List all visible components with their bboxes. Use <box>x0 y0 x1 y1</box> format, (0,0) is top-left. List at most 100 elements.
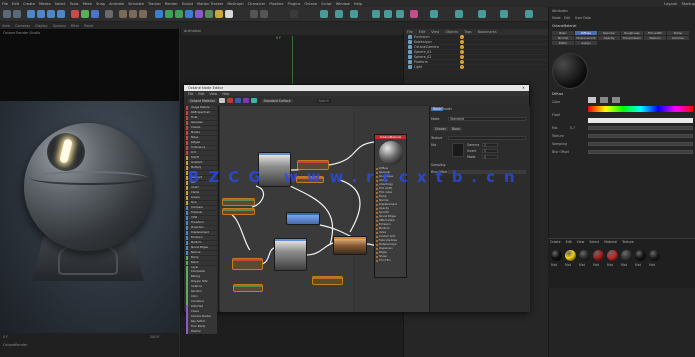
material-swatch[interactable] <box>635 250 646 261</box>
props-tab-shader[interactable]: Shader <box>441 107 452 111</box>
mix-slider[interactable] <box>588 126 693 130</box>
node-list-item[interactable]: Instance <box>186 285 217 290</box>
scale-icon[interactable] <box>47 10 55 18</box>
node-list-item[interactable]: Cosine <box>186 195 217 200</box>
mat-menu-create[interactable]: Create <box>550 240 561 244</box>
attr-mode-menu[interactable]: Mode <box>552 16 561 20</box>
menu-motion-tracker[interactable]: Motion Tracker <box>197 2 223 6</box>
animation-tab[interactable]: Animation <box>181 29 403 35</box>
obj-menu-objects[interactable]: Objects <box>445 30 458 34</box>
tag-icon[interactable] <box>460 40 464 44</box>
obj-menu-file[interactable]: File <box>407 30 413 34</box>
node-list-item[interactable]: Color <box>186 295 217 300</box>
node-list-item[interactable]: Dirt <box>186 150 217 156</box>
menu-modes[interactable]: Modes <box>39 2 51 6</box>
node-list-item[interactable]: Marble <box>186 130 217 136</box>
attr-tab-medium[interactable]: Medium <box>644 36 666 40</box>
attr-userdata-menu[interactable]: User Data <box>575 16 591 20</box>
node-list-item[interactable]: Bump <box>186 255 217 260</box>
attr-tab-displacement[interactable]: Displacement <box>575 36 597 40</box>
node-list-item[interactable]: Blend <box>186 260 217 265</box>
menu-edit[interactable]: Edit <box>12 2 19 6</box>
portal-mat-icon[interactable] <box>250 98 257 103</box>
menu-help[interactable]: Help <box>354 2 362 6</box>
floor-icon[interactable] <box>205 10 213 18</box>
viewport-menu-cameras[interactable]: Cameras <box>15 24 30 28</box>
menu-window[interactable]: Window <box>336 2 350 6</box>
light-icon[interactable] <box>225 10 233 18</box>
array-icon[interactable] <box>185 10 193 18</box>
mix-mat-icon[interactable] <box>242 98 249 103</box>
transform-node[interactable] <box>222 198 255 206</box>
menu-create[interactable]: Create <box>23 2 35 6</box>
perspective-viewport[interactable] <box>0 101 180 333</box>
octane-live-viewer[interactable]: Octane Render Studio <box>0 29 180 101</box>
diffuse-mat-icon[interactable] <box>218 98 225 103</box>
node-list-item[interactable]: Random <box>186 290 217 295</box>
viewport-menu-view[interactable]: View <box>2 24 10 28</box>
attr-tab-diffuse[interactable]: Diffuse <box>575 31 597 35</box>
material-swatch[interactable] <box>607 250 618 261</box>
render-picture-viewer-icon[interactable] <box>129 10 137 18</box>
viewport-menu-options[interactable]: Options <box>53 24 66 28</box>
menu-tracker[interactable]: Tracker <box>148 2 161 6</box>
axis-lock-icon[interactable] <box>335 10 343 18</box>
octane-live-viewer-icon[interactable] <box>250 10 258 18</box>
tag-icon[interactable] <box>460 45 464 49</box>
menu-animate[interactable]: Animate <box>109 2 124 6</box>
node-list-item[interactable]: Ray Switch <box>186 320 217 325</box>
node-list-item[interactable]: Turbulence <box>186 145 217 151</box>
node-list-item[interactable]: Chaos <box>186 310 217 315</box>
attr-tab-specular[interactable]: Specular <box>598 31 620 35</box>
node-list-item[interactable]: Invert <box>186 185 217 190</box>
obj-menu-bookmarks[interactable]: Bookmarks <box>478 30 497 34</box>
color-swatch[interactable] <box>588 97 596 103</box>
noise-texture-node[interactable] <box>274 238 307 271</box>
cube-icon[interactable] <box>155 10 163 18</box>
tag-icon[interactable] <box>460 65 464 69</box>
ne-menu-help[interactable]: Help <box>222 92 229 96</box>
obj-menu-edit[interactable]: Edit <box>419 30 426 34</box>
projection-node[interactable] <box>222 208 255 215</box>
attr-tab-roughness[interactable]: Roughness <box>621 31 643 35</box>
tag-icon[interactable] <box>460 50 464 54</box>
render-view-icon[interactable] <box>119 10 127 18</box>
edges-mode-icon[interactable] <box>384 10 392 18</box>
node-list-item[interactable]: Position <box>186 330 217 335</box>
attr-tab-basic[interactable]: Basic <box>552 31 574 35</box>
menu-mesh[interactable]: Mesh <box>83 2 92 6</box>
polygons-mode-icon[interactable] <box>396 10 404 18</box>
nurbs-icon[interactable] <box>175 10 183 18</box>
rotate-icon[interactable] <box>57 10 65 18</box>
menu-sculpt[interactable]: Sculpt <box>182 2 193 6</box>
node-list-item[interactable]: Image Texture <box>186 106 217 111</box>
color-mode-button[interactable] <box>600 97 608 103</box>
mat-menu-select[interactable]: Select <box>589 240 599 244</box>
obj-menu-tags[interactable]: Tags <box>464 30 472 34</box>
material-pin[interactable]: Thin Film <box>375 259 406 263</box>
node-list-item[interactable]: Medium <box>186 240 217 245</box>
attr-tab-common[interactable]: Common <box>667 36 689 40</box>
gradient-node[interactable] <box>286 212 320 225</box>
x-axis-icon[interactable] <box>71 10 79 18</box>
uv-mode-icon[interactable] <box>455 10 463 18</box>
tag-icon[interactable] <box>460 35 464 39</box>
spline-pen-icon[interactable] <box>165 10 173 18</box>
menu-render[interactable]: Render <box>165 2 178 6</box>
node-list-item[interactable]: Distorted <box>186 305 217 310</box>
menu-mograph[interactable]: MoGraph <box>227 2 243 6</box>
texture-mode-icon[interactable] <box>430 10 438 18</box>
props-texture-thumbnail[interactable] <box>452 143 464 157</box>
timeline-bar[interactable]: 0 F OctaneRender 200 F <box>0 333 180 357</box>
uvw-node[interactable] <box>233 284 263 292</box>
attr-tab-film-width[interactable]: Film width <box>644 31 666 35</box>
mix-texture-node[interactable] <box>333 236 367 255</box>
node-list-item[interactable]: Falloff <box>186 155 217 161</box>
tag-icon[interactable] <box>460 60 464 64</box>
material-swatch[interactable] <box>579 250 590 261</box>
attr-tab-bump[interactable]: Bump <box>667 31 689 35</box>
menu-pipeline[interactable]: Pipeline <box>269 2 283 6</box>
glossy-mat-icon[interactable] <box>226 98 233 103</box>
render-settings-icon[interactable] <box>139 10 147 18</box>
mix-value[interactable]: 0.7 <box>570 126 575 130</box>
